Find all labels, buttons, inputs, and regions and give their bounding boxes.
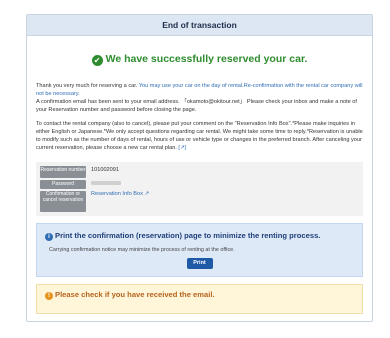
reservation-info-box-link-text[interactable]: Reservation Info Box: [91, 191, 143, 197]
reservation-labels: Reservation number Password Confirmation…: [40, 166, 86, 213]
password-label: Password: [40, 180, 86, 190]
external-link-icon: ↗: [144, 191, 150, 197]
info-icon: i: [45, 233, 53, 241]
print-notice: i Print the confirmation (reservation) pa…: [36, 223, 363, 277]
password-value: [91, 181, 149, 191]
confirmation-text: Thank you very much for reserving a car.…: [27, 82, 372, 152]
warning-icon: !: [45, 292, 53, 300]
contact-paragraph: To contact the rental company (also to c…: [36, 120, 363, 152]
transaction-panel: End of transaction ✔ We have successfully…: [26, 14, 373, 322]
contact-text: To contact the rental company (also to c…: [36, 121, 363, 151]
success-message: We have successfully reserved your car.: [105, 53, 308, 65]
print-button[interactable]: Print: [186, 258, 213, 269]
email-warning: ! Please check if you have received the e…: [36, 284, 363, 314]
reservation-number: 101002091: [91, 167, 119, 173]
print-note: Carrying confirmation notice may minimiz…: [49, 247, 235, 253]
reservation-info: Reservation number Password Confirmation…: [36, 162, 363, 216]
warning-text: Please check if you have received the em…: [55, 290, 215, 299]
password-mask: [91, 181, 121, 185]
thank-you-text: Thank you very much for reserving a car.: [36, 83, 139, 89]
reservation-number-label: Reservation number: [40, 166, 86, 179]
reservation-values: 101002091 Reservation Info Box ↗: [91, 166, 149, 212]
success-banner: ✔ We have successfully reserved your car.: [27, 53, 372, 66]
thank-you-paragraph: Thank you very much for reserving a car.…: [36, 82, 363, 114]
external-link-icon[interactable]: [↗]: [178, 144, 186, 152]
page-title: End of transaction: [162, 20, 237, 30]
panel-header: End of transaction: [27, 15, 372, 36]
confirm-cancel-label: Confirmation or cancel reservation: [40, 191, 86, 213]
check-circle-icon: ✔: [91, 55, 103, 66]
email-sent-text: A confirmation email has been sent to yo…: [36, 99, 357, 113]
print-title-text: Print the confirmation (reservation) pag…: [55, 231, 321, 240]
print-title: i Print the confirmation (reservation) pa…: [45, 231, 354, 241]
reservation-info-box-link[interactable]: Reservation Info Box ↗: [91, 191, 149, 197]
